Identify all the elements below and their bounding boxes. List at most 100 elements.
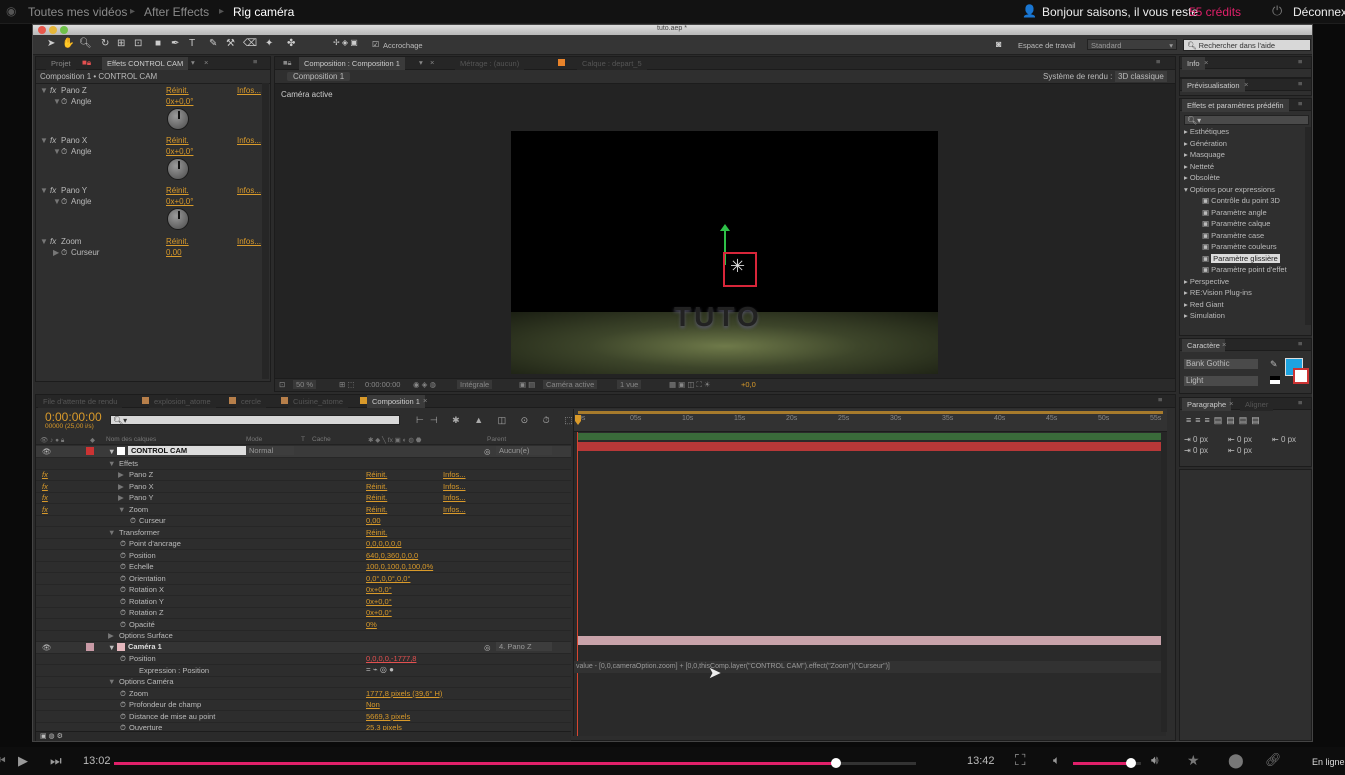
- col-layer-name[interactable]: Nom des calques: [106, 436, 156, 443]
- scrollbar[interactable]: [1305, 127, 1311, 325]
- timeline-switches-icons[interactable]: ⊢⊣ ✱ ▲ ◫ ⊙ ⏱ ⬚: [416, 415, 579, 426]
- zoom-tool-icon[interactable]: 🔍︎: [79, 38, 92, 49]
- help-search-input[interactable]: 🔍︎ Rechercher dans l'aide: [1183, 39, 1311, 51]
- property-value[interactable]: Réinit.: [366, 470, 387, 479]
- first-line-field[interactable]: ⇥ 0 px: [1184, 446, 1208, 455]
- panel-menu-icon[interactable]: ≡: [1298, 79, 1302, 88]
- tab-footage[interactable]: Métrage : (aucun): [455, 57, 525, 70]
- property-value[interactable]: 100,0,100,0,100,0%: [366, 562, 433, 571]
- close-icon[interactable]: ×: [1244, 80, 1248, 89]
- panel-menu-icon[interactable]: ≡: [1158, 395, 1162, 404]
- fx-icon[interactable]: fx: [50, 136, 56, 145]
- blend-mode-select[interactable]: Normal: [246, 446, 294, 455]
- panel-menu-icon[interactable]: ≡: [253, 57, 257, 66]
- property-value[interactable]: Réinit.: [366, 528, 387, 537]
- roto-tool-icon[interactable]: ✦: [265, 38, 273, 49]
- stopwatch-icon[interactable]: ⏱: [120, 551, 126, 561]
- close-icon[interactable]: ×: [1222, 340, 1226, 349]
- panel-menu-icon[interactable]: ≡: [1298, 398, 1302, 407]
- dropdown-icon[interactable]: ▾: [191, 58, 195, 67]
- volume-high-icon[interactable]: 🔊︎: [1151, 753, 1159, 768]
- volume-low-icon[interactable]: 🔈︎: [1053, 753, 1060, 768]
- property-row[interactable]: ⏱ Opacité 0%: [36, 619, 571, 631]
- property-value[interactable]: 0x+0,0°: [366, 585, 392, 594]
- tree-item[interactable]: ▣ Paramètre point d'effet: [1202, 265, 1287, 274]
- expand-arrow-icon[interactable]: ▶: [118, 470, 124, 479]
- reset-link[interactable]: Réinit.: [166, 136, 189, 145]
- tab-cuisine-atome[interactable]: Cuisine_atome: [288, 395, 349, 408]
- stopwatch-icon[interactable]: ⏱: [120, 689, 126, 699]
- breadcrumb-after-effects[interactable]: After Effects: [144, 5, 209, 19]
- expand-arrow-icon[interactable]: ▼: [108, 677, 115, 686]
- expression-controls-icons[interactable]: = ⌁ ◎ ●: [366, 665, 394, 674]
- workspace-select[interactable]: Standard ▾: [1087, 39, 1177, 50]
- snap-checkbox[interactable]: ☑: [372, 40, 379, 49]
- progress-handle[interactable]: [830, 758, 841, 768]
- property-row[interactable]: ⏱ Profondeur de champ Non: [36, 699, 571, 711]
- puppet-tool-icon[interactable]: ✤: [287, 38, 295, 49]
- property-row[interactable]: fx ▶ Pano X Réinit. Infos...: [36, 481, 571, 493]
- tab-character[interactable]: Caractère: [1182, 339, 1225, 352]
- scrollbar[interactable]: [1161, 432, 1167, 732]
- link-icon[interactable]: 🔗︎: [1265, 752, 1282, 768]
- tab-effects-presets[interactable]: Effets et paramètres prédéfin: [1182, 99, 1289, 112]
- property-row[interactable]: ▼ Options Caméra: [36, 676, 571, 688]
- expression-text[interactable]: value - [0,0,cameraOption.zoom] + [0,0,t…: [576, 663, 890, 670]
- col-mode[interactable]: Mode: [246, 436, 262, 443]
- property-row[interactable]: ⏱ Orientation 0,0°,0,0°,0,0°: [36, 573, 571, 585]
- stopwatch-icon[interactable]: ⏱: [120, 562, 126, 572]
- pen-tool-icon[interactable]: ✒: [171, 38, 179, 49]
- property-value[interactable]: 25,3 pixels: [366, 723, 402, 730]
- property-value[interactable]: 0x+0,0°: [366, 608, 392, 617]
- property-row[interactable]: ⏱ Rotation Z 0x+0,0°: [36, 607, 571, 619]
- fx-icon[interactable]: fx: [50, 237, 56, 246]
- resolution-select[interactable]: Intégrale: [457, 380, 493, 389]
- close-icon[interactable]: ×: [1204, 58, 1208, 67]
- current-time-field[interactable]: 0:00:00:00: [365, 380, 400, 389]
- camera-view-select[interactable]: Caméra active: [543, 380, 598, 389]
- tab-paragraph[interactable]: Paragraphe: [1182, 398, 1232, 411]
- layer-row[interactable]: 👁 ▼ CONTROL CAM Normal ◎ Aucun(e): [36, 446, 571, 458]
- expand-arrow-icon[interactable]: ▶: [118, 482, 124, 491]
- tree-item[interactable]: ▸ Génération: [1184, 139, 1227, 148]
- panel-menu-icon[interactable]: ≡: [1298, 99, 1302, 108]
- angle-dial[interactable]: [167, 108, 189, 130]
- property-value[interactable]: 0%: [366, 620, 377, 629]
- expand-arrow-icon[interactable]: ▶: [108, 631, 114, 640]
- stopwatch-icon[interactable]: ⏱: [120, 620, 126, 630]
- credits-link[interactable]: 55 crédits: [1189, 5, 1241, 19]
- black-white-swatch[interactable]: [1270, 376, 1280, 384]
- previous-icon[interactable]: ⏮: [0, 753, 6, 769]
- property-row[interactable]: ⏱ Curseur 0,00: [36, 515, 571, 527]
- stopwatch-icon[interactable]: ⏱: [120, 608, 126, 618]
- fx-icon[interactable]: fx: [42, 493, 48, 502]
- dropdown-icon[interactable]: ▾: [419, 58, 423, 67]
- progress-track[interactable]: [114, 762, 916, 765]
- property-row[interactable]: ⏱ Position 640,0,360,0,0,0: [36, 550, 571, 562]
- effects-search-input[interactable]: 🔍︎▾: [1184, 115, 1309, 125]
- property-row[interactable]: ⏱ Position 0,0,0,0,-1777,8: [36, 653, 571, 665]
- favorite-star-icon[interactable]: ★: [1187, 752, 1200, 769]
- viewer-options-icon[interactable]: ▦ ▣ ◫ ⛶ ☀: [669, 380, 711, 390]
- property-value[interactable]: 0,00: [366, 516, 381, 525]
- indent-left-field[interactable]: ⇥ 0 px: [1184, 435, 1208, 444]
- about-link[interactable]: Infos...: [443, 505, 466, 514]
- property-row[interactable]: fx ▶ Pano Z Réinit. Infos...: [36, 469, 571, 481]
- tree-item[interactable]: ▸ RE:Vision Plug-ins: [1184, 288, 1252, 297]
- layer-label-color[interactable]: [86, 642, 94, 651]
- stopwatch-icon[interactable]: ⏱: [61, 248, 67, 258]
- visibility-eye-icon[interactable]: 👁: [42, 643, 52, 652]
- stopwatch-icon[interactable]: ⏱: [61, 197, 67, 207]
- text-align-buttons[interactable]: ≡≡≡▤▤▤▤: [1186, 415, 1264, 426]
- stopwatch-icon[interactable]: ⏱: [130, 516, 136, 526]
- param-value[interactable]: 0x+0,0°: [166, 147, 193, 156]
- always-preview-icon[interactable]: ⊡: [279, 380, 285, 389]
- stopwatch-icon[interactable]: ⏱: [120, 712, 126, 722]
- tab-explosion-atome[interactable]: explosion_atome: [149, 395, 216, 408]
- about-link[interactable]: Infos...: [443, 493, 466, 502]
- about-link[interactable]: Infos...: [237, 86, 261, 95]
- stopwatch-icon[interactable]: ⏱: [120, 574, 126, 584]
- col-parent[interactable]: Parent: [487, 436, 506, 443]
- space-before-field[interactable]: ⇤ 0 px: [1228, 435, 1252, 444]
- expand-arrow-icon[interactable]: ▼: [40, 237, 48, 246]
